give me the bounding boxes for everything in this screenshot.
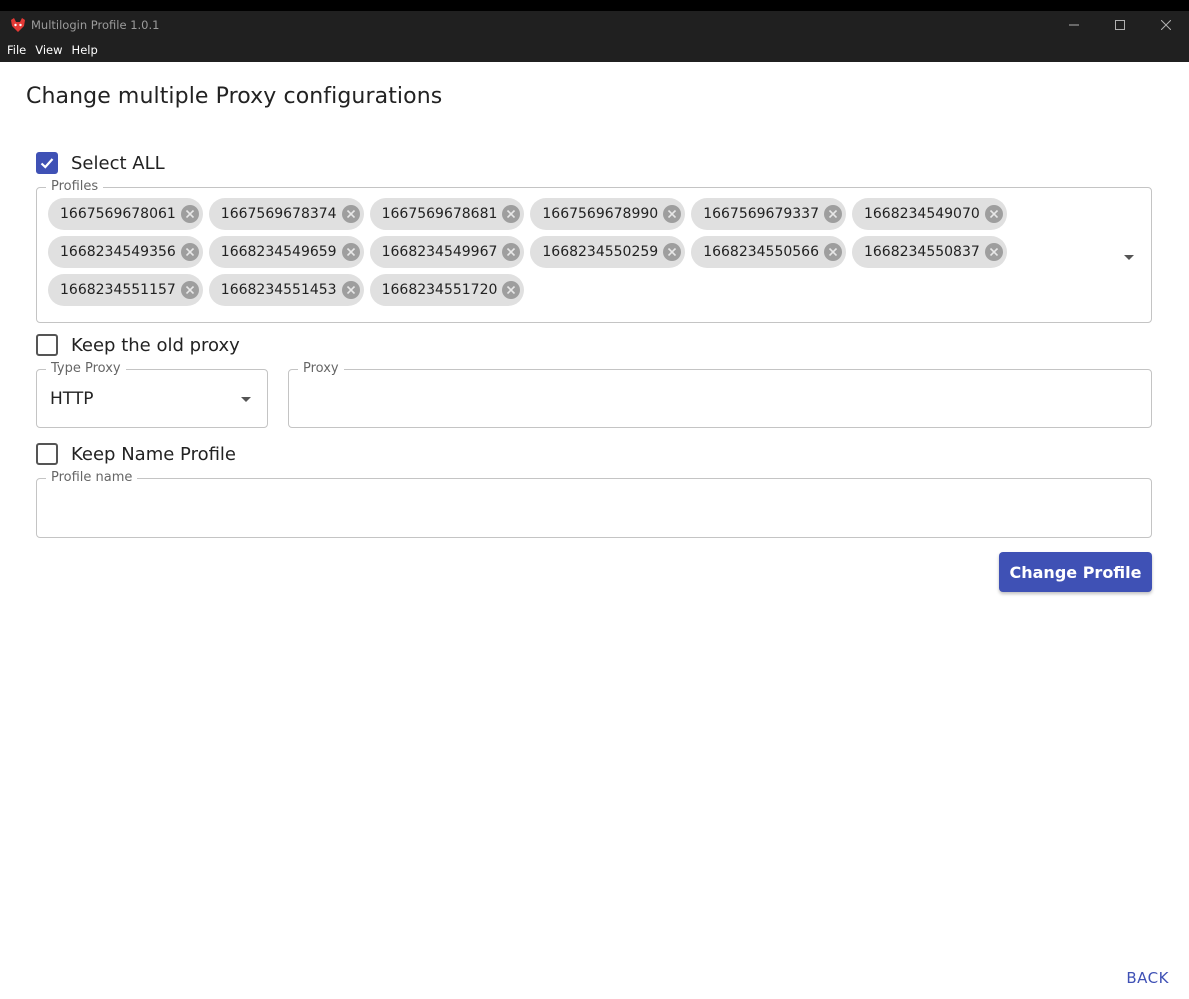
close-button[interactable] — [1143, 11, 1189, 38]
check-icon — [40, 158, 54, 169]
profile-chip[interactable]: 1668234550566 — [691, 236, 846, 268]
menu-help[interactable]: Help — [72, 43, 98, 57]
maximize-button[interactable] — [1097, 11, 1143, 38]
profile-chip-label: 1668234549356 — [60, 244, 176, 260]
close-icon — [1161, 19, 1171, 30]
profile-chip[interactable]: 1667569679337 — [691, 198, 846, 230]
remove-chip-icon[interactable] — [984, 243, 1003, 261]
profile-chip-label: 1668234549967 — [381, 244, 498, 260]
profile-chip[interactable]: 1667569678681 — [369, 198, 525, 230]
profile-chip-label: 1667569678681 — [381, 206, 498, 222]
profile-chip-label: 1668234549659 — [220, 244, 337, 260]
select-all-label: Select ALL — [71, 152, 165, 174]
remove-chip-icon[interactable] — [823, 243, 842, 261]
profile-chip-label: 1668234550837 — [863, 244, 980, 260]
remove-chip-icon[interactable] — [663, 205, 682, 223]
chip-row: 1667569678061 1667569678374 1667569678681 1… — [48, 198, 1108, 230]
profile-chip[interactable]: 1668234550259 — [530, 236, 686, 268]
remove-chip-icon[interactable] — [823, 205, 842, 223]
remove-chip-icon[interactable] — [180, 205, 199, 223]
profile-chip[interactable]: 1668234549356 — [48, 236, 203, 268]
profile-chip-label: 1667569679337 — [703, 206, 819, 222]
profile-chip[interactable]: 1668234549070 — [851, 198, 1007, 230]
profile-chip-label: 1667569678374 — [220, 206, 337, 222]
profile-chip[interactable]: 1668234549659 — [208, 236, 364, 268]
profile-chip[interactable]: 1667569678374 — [208, 198, 364, 230]
menu-bar: File View Help — [0, 38, 1189, 62]
app-window: Multilogin Profile 1.0.1 File View Help … — [0, 11, 1189, 999]
profile-chip-label: 1668234549070 — [863, 206, 980, 222]
remove-chip-icon[interactable] — [180, 243, 199, 261]
profile-chip-label: 1668234551157 — [60, 282, 176, 298]
profiles-chip-list: 1667569678061 1667569678374 1667569678681 1… — [48, 198, 1108, 312]
page-title: Change multiple Proxy configurations — [26, 84, 443, 109]
type-proxy-select[interactable]: Type Proxy HTTP — [36, 361, 268, 428]
type-proxy-dropdown-icon[interactable] — [241, 397, 251, 402]
window-title: Multilogin Profile 1.0.1 — [31, 17, 160, 32]
proxy-legend: Proxy — [298, 361, 344, 377]
remove-chip-icon[interactable] — [180, 281, 199, 299]
main-content: Change multiple Proxy configurations Sel… — [0, 62, 1189, 999]
profiles-select[interactable]: Profiles 1667569678061 1667569678374 16675… — [36, 179, 1152, 323]
keep-name-checkbox[interactable] — [36, 443, 58, 465]
keep-old-proxy-label: Keep the old proxy — [71, 334, 240, 356]
app-logo-icon — [11, 17, 25, 32]
change-profile-button[interactable]: Change Profile — [999, 552, 1152, 592]
maximize-icon — [1115, 19, 1125, 30]
proxy-input[interactable]: Proxy — [288, 361, 1152, 428]
profile-chip[interactable]: 1668234550837 — [851, 236, 1007, 268]
minimize-button[interactable] — [1051, 11, 1097, 38]
remove-chip-icon[interactable] — [341, 243, 360, 261]
profile-chip-label: 1667569678990 — [542, 206, 659, 222]
profile-chip[interactable]: 1667569678990 — [530, 198, 686, 230]
remove-chip-icon[interactable] — [502, 243, 521, 261]
type-proxy-legend: Type Proxy — [46, 361, 126, 377]
select-all-checkbox[interactable] — [36, 152, 58, 174]
profile-chip[interactable]: 1668234549967 — [369, 236, 525, 268]
profile-name-input[interactable]: Profile name — [36, 470, 1152, 538]
profile-chip-label: 1668234551720 — [381, 282, 498, 298]
minimize-icon — [1069, 24, 1079, 25]
profile-name-legend: Profile name — [46, 470, 138, 486]
profiles-dropdown-icon[interactable] — [1124, 255, 1134, 260]
type-proxy-value: HTTP — [50, 389, 94, 409]
profiles-legend: Profiles — [46, 179, 104, 195]
keep-name-row[interactable]: Keep Name Profile — [36, 443, 236, 465]
back-button[interactable]: BACK — [1126, 969, 1169, 987]
menu-file[interactable]: File — [7, 43, 26, 57]
profile-chip[interactable]: 1668234551720 — [369, 274, 525, 306]
profile-chip[interactable]: 1668234551453 — [208, 274, 364, 306]
remove-chip-icon[interactable] — [984, 205, 1003, 223]
profile-chip-label: 1668234550566 — [703, 244, 819, 260]
remove-chip-icon[interactable] — [663, 243, 682, 261]
select-all-row[interactable]: Select ALL — [36, 152, 165, 174]
remove-chip-icon[interactable] — [341, 205, 360, 223]
profile-chip-label: 1668234550259 — [542, 244, 659, 260]
profile-chip-label: 1668234551453 — [220, 282, 337, 298]
remove-chip-icon[interactable] — [502, 281, 521, 299]
profile-chip-label: 1667569678061 — [60, 206, 176, 222]
keep-old-proxy-row[interactable]: Keep the old proxy — [36, 334, 240, 356]
profile-chip[interactable]: 1668234551157 — [48, 274, 203, 306]
title-bar: Multilogin Profile 1.0.1 — [0, 11, 1189, 38]
keep-old-proxy-checkbox[interactable] — [36, 334, 58, 356]
remove-chip-icon[interactable] — [341, 281, 360, 299]
chip-row: 1668234549356 1668234549659 1668234549967 1… — [48, 236, 1108, 268]
remove-chip-icon[interactable] — [502, 205, 521, 223]
menu-view[interactable]: View — [35, 43, 62, 57]
keep-name-label: Keep Name Profile — [71, 443, 236, 465]
profile-chip[interactable]: 1667569678061 — [48, 198, 203, 230]
chip-row: 1668234551157 1668234551453 1668234551720 — [48, 274, 1108, 306]
